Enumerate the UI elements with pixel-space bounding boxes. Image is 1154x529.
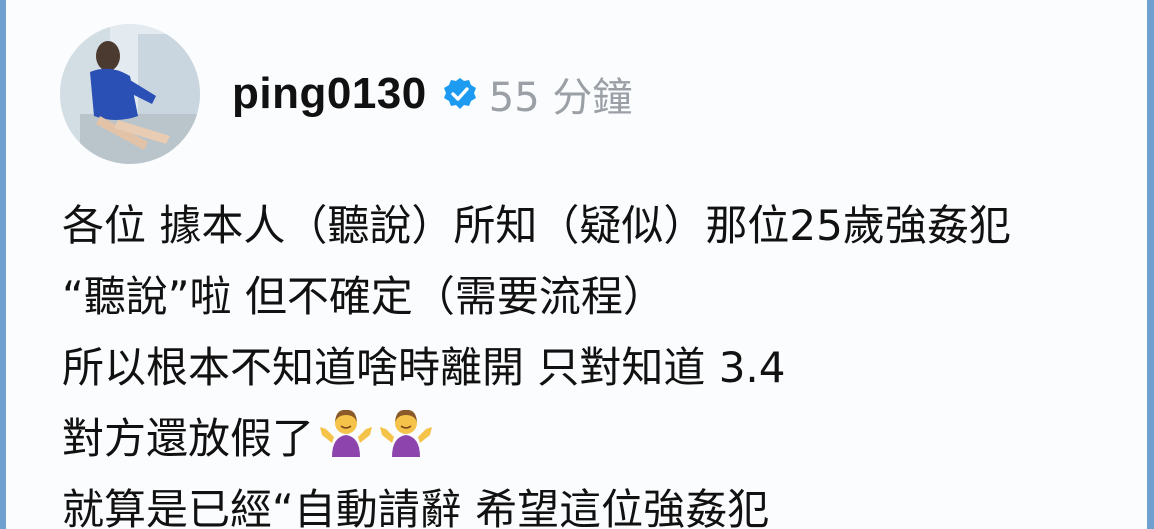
avatar[interactable] [60, 24, 200, 164]
post-header: ping0130 55 分鐘 [232, 62, 632, 126]
post-line: 所以根本不知道啥時離開 只對知道 3.4 [62, 343, 786, 392]
screenshot-frame: ping0130 55 分鐘 各位 據本人（聽說）所知（疑似）那位25歲強姦犯 … [0, 0, 1154, 529]
post-line-with-emoji: 對方還放假了 [62, 403, 1122, 474]
post-timestamp: 55 分鐘 [488, 75, 633, 121]
avatar-photo [60, 24, 200, 164]
verified-badge-icon [443, 78, 476, 109]
person-shrugging-icon [380, 409, 433, 457]
post-card: ping0130 55 分鐘 各位 據本人（聽說）所知（疑似）那位25歲強姦犯 … [6, 0, 1147, 529]
post-body: 各位 據本人（聽說）所知（疑似）那位25歲強姦犯 “聽說”啦 但不確定（需要流程… [62, 190, 1122, 529]
username[interactable]: ping0130 [232, 69, 427, 119]
post-line-text: 對方還放假了 [62, 414, 315, 463]
post-line: 各位 據本人（聽說）所知（疑似）那位25歲強姦犯 [62, 201, 1011, 250]
post-line-truncated: 就算是已經“自動請辭 希望這位強姦犯 [62, 485, 770, 529]
post-line: “聽說”啦 但不確定（需要流程） [62, 272, 665, 321]
person-shrugging-icon [320, 409, 373, 457]
